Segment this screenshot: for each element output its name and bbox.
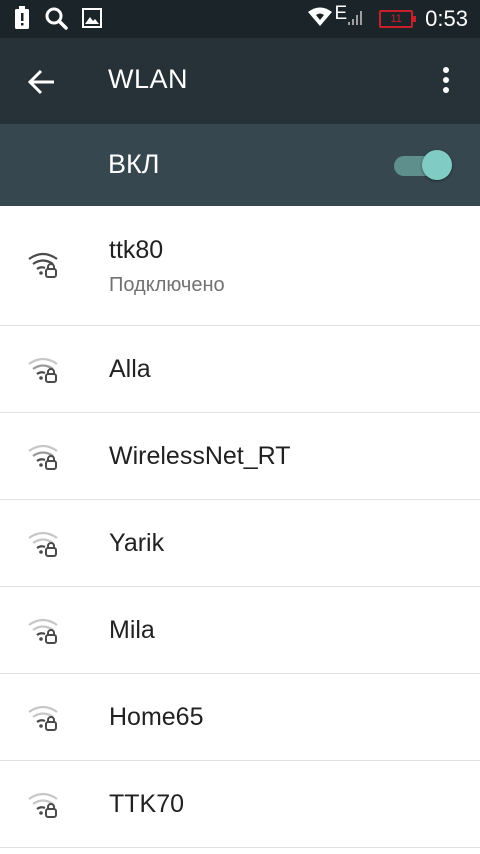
network-item[interactable]: TTK70 xyxy=(0,761,480,848)
battery-level: 11 xyxy=(390,13,402,25)
network-item[interactable]: Yarik xyxy=(0,500,480,587)
back-button[interactable] xyxy=(26,66,58,98)
wifi-locked-icon xyxy=(28,705,58,731)
network-list: ttk80 Подключено Alla WirelessNet_RT Yar… xyxy=(0,206,480,848)
app-bar: WLAN xyxy=(0,38,480,124)
network-ssid: TTK70 xyxy=(109,790,185,818)
wifi-toggle-bar[interactable]: ВКЛ xyxy=(0,124,480,206)
alert-icon xyxy=(14,6,30,35)
switch-thumb xyxy=(422,150,452,180)
network-ssid: ttk80 xyxy=(109,236,164,264)
more-vert-icon xyxy=(443,67,449,93)
network-ssid: Yarik xyxy=(109,529,165,557)
network-ssid: Mila xyxy=(109,616,155,644)
network-item[interactable]: WirelessNet_RT xyxy=(0,413,480,500)
search-icon xyxy=(44,6,68,35)
wifi-locked-icon xyxy=(28,252,58,278)
page-title: WLAN xyxy=(108,64,189,94)
network-type-label: E xyxy=(334,3,348,24)
wifi-locked-icon xyxy=(28,618,58,644)
network-item[interactable]: Home65 xyxy=(0,674,480,761)
wifi-locked-icon xyxy=(28,357,58,383)
wifi-switch[interactable] xyxy=(394,148,452,182)
image-icon xyxy=(82,8,102,33)
arrow-left-icon xyxy=(27,69,54,95)
network-ssid: WirelessNet_RT xyxy=(109,442,291,470)
network-item[interactable]: ttk80 Подключено xyxy=(0,206,480,326)
signal-icon xyxy=(347,8,365,31)
network-ssid: Alla xyxy=(109,355,151,383)
status-bar: E 11 0:53 xyxy=(0,0,480,38)
network-ssid: Home65 xyxy=(109,703,204,731)
network-item[interactable]: Mila xyxy=(0,587,480,674)
wifi-locked-icon xyxy=(28,444,58,470)
clock: 0:53 xyxy=(425,6,468,31)
wifi-toggle-label: ВКЛ xyxy=(108,149,160,179)
wifi-status-icon xyxy=(308,7,333,32)
wifi-locked-icon xyxy=(28,792,58,818)
network-item[interactable]: Alla xyxy=(0,326,480,413)
network-status: Подключено xyxy=(109,274,225,296)
more-options-button[interactable] xyxy=(436,66,456,96)
battery-icon: 11 xyxy=(379,10,417,28)
wifi-locked-icon xyxy=(28,531,58,557)
